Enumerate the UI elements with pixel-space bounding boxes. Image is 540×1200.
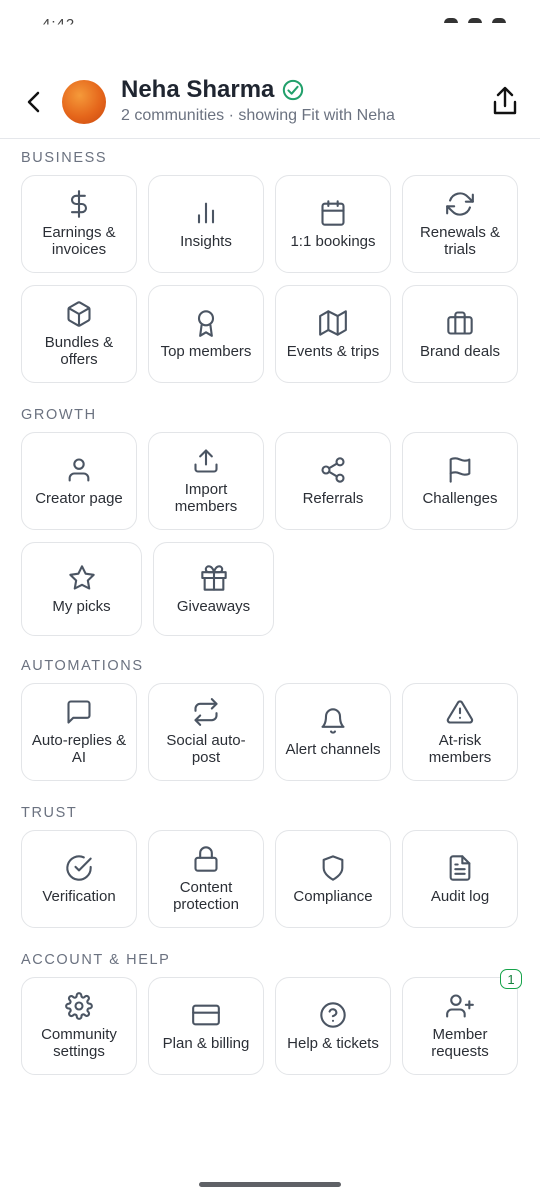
gear-icon bbox=[65, 992, 93, 1020]
chevron-left-icon bbox=[27, 91, 40, 113]
tile-bookings[interactable]: 1:1 bookings bbox=[275, 175, 391, 273]
tile-label: Challenges bbox=[422, 489, 498, 507]
tile-label: Alert channels bbox=[285, 740, 381, 758]
tile-label: Creator page bbox=[35, 489, 123, 507]
tile-community-settings[interactable]: Community settings bbox=[21, 977, 137, 1075]
briefcase-icon bbox=[446, 309, 474, 337]
verified-check-icon bbox=[283, 79, 304, 101]
tile-alert-channels[interactable]: Alert channels bbox=[275, 683, 391, 781]
lock-icon bbox=[192, 845, 220, 873]
credit-card-icon bbox=[192, 1001, 220, 1029]
tile-events-trips[interactable]: Events & trips bbox=[275, 285, 391, 383]
status-time: 4:42 bbox=[42, 16, 76, 33]
tile-compliance[interactable]: Compliance bbox=[275, 830, 391, 928]
tile-label: Earnings & invoices bbox=[42, 224, 116, 258]
tile-label: My picks bbox=[52, 597, 111, 615]
check-circle-icon bbox=[65, 854, 93, 882]
calendar-icon bbox=[319, 199, 347, 227]
name-row: Neha Sharma bbox=[121, 76, 304, 104]
map-icon bbox=[319, 309, 347, 337]
notification-badge: 1 bbox=[500, 969, 522, 989]
section-title-growth: GROWTH bbox=[21, 407, 97, 423]
tile-label: Bundles & offers bbox=[44, 334, 114, 368]
section-title-account-help: ACCOUNT & HELP bbox=[21, 952, 171, 968]
tile-earnings-invoices[interactable]: Earnings & invoices bbox=[21, 175, 137, 273]
tile-label: Referrals bbox=[302, 489, 364, 507]
home-indicator[interactable] bbox=[199, 1182, 341, 1187]
profile-subtitle: 2 communities · showing Fit with Neha bbox=[121, 107, 395, 124]
tile-label: Community settings bbox=[41, 1026, 117, 1060]
tile-label: Top members bbox=[160, 342, 252, 360]
back-button[interactable] bbox=[20, 88, 48, 116]
tile-content-protection[interactable]: Content protection bbox=[148, 830, 264, 928]
share-upload-icon bbox=[493, 86, 517, 115]
tile-import-members[interactable]: Import members bbox=[148, 432, 264, 530]
share-button[interactable] bbox=[490, 84, 520, 118]
avatar[interactable] bbox=[62, 80, 106, 124]
tile-challenges[interactable]: Challenges bbox=[402, 432, 518, 530]
warning-icon bbox=[446, 698, 474, 726]
star-icon bbox=[68, 564, 96, 592]
tile-help-tickets[interactable]: Help & tickets bbox=[275, 977, 391, 1075]
status-bar: 4:42 bbox=[0, 0, 540, 40]
dollar-icon bbox=[65, 190, 93, 218]
upload-icon bbox=[192, 447, 220, 475]
tile-label: Auto-replies & AI bbox=[31, 732, 127, 766]
flag-icon bbox=[446, 456, 474, 484]
tile-label: Brand deals bbox=[419, 342, 501, 360]
tile-label: Giveaways bbox=[176, 597, 251, 615]
tile-at-risk-members[interactable]: At-risk members bbox=[402, 683, 518, 781]
section-title-trust: TRUST bbox=[21, 805, 78, 821]
tile-label: Compliance bbox=[293, 887, 373, 905]
repeat-icon bbox=[192, 698, 220, 726]
section-title-automations: AUTOMATIONS bbox=[21, 658, 144, 674]
message-icon bbox=[65, 698, 93, 726]
award-icon bbox=[192, 309, 220, 337]
tile-auto-replies[interactable]: Auto-replies & AI bbox=[21, 683, 137, 781]
tile-plan-billing[interactable]: Plan & billing bbox=[148, 977, 264, 1075]
user-plus-icon bbox=[446, 992, 474, 1020]
refresh-icon bbox=[446, 190, 474, 218]
tile-label: Help & tickets bbox=[287, 1034, 379, 1052]
tile-label: Plan & billing bbox=[162, 1034, 250, 1052]
tile-referrals[interactable]: Referrals bbox=[275, 432, 391, 530]
tile-label: Renewals & trials bbox=[419, 224, 501, 258]
tile-label: Insights bbox=[180, 232, 232, 250]
tile-label: Events & trips bbox=[286, 342, 380, 360]
tile-label: Audit log bbox=[430, 887, 490, 905]
gift-icon bbox=[200, 564, 228, 592]
tile-bundles-offers[interactable]: Bundles & offers bbox=[21, 285, 137, 383]
tile-brand-deals[interactable]: Brand deals bbox=[402, 285, 518, 383]
status-icons bbox=[444, 18, 506, 28]
tile-insights[interactable]: Insights bbox=[148, 175, 264, 273]
profile-name: Neha Sharma bbox=[121, 76, 275, 103]
bell-icon bbox=[319, 707, 347, 735]
tile-label: Content protection bbox=[173, 879, 239, 913]
tile-audit-log[interactable]: Audit log bbox=[402, 830, 518, 928]
tile-label: Verification bbox=[42, 887, 116, 905]
tile-giveaways[interactable]: Giveaways bbox=[153, 542, 274, 636]
tile-member-requests[interactable]: 1 Member requests bbox=[402, 969, 522, 1075]
tile-label: Import members bbox=[174, 481, 238, 515]
tile-label: Member requests bbox=[431, 1026, 489, 1060]
profile-header: Neha Sharma 2 communities · showing Fit … bbox=[0, 60, 540, 139]
tile-renewals-trials[interactable]: Renewals & trials bbox=[402, 175, 518, 273]
user-icon bbox=[65, 456, 93, 484]
section-title-business: BUSINESS bbox=[21, 150, 108, 166]
shield-icon bbox=[319, 854, 347, 882]
tile-label: Social auto-post bbox=[166, 732, 246, 766]
help-circle-icon bbox=[319, 1001, 347, 1029]
tile-verification[interactable]: Verification bbox=[21, 830, 137, 928]
tile-label: 1:1 bookings bbox=[290, 232, 376, 250]
tile-creator-page[interactable]: Creator page bbox=[21, 432, 137, 530]
document-icon bbox=[446, 854, 474, 882]
share-icon bbox=[319, 456, 347, 484]
bar-chart-icon bbox=[192, 199, 220, 227]
tile-my-picks[interactable]: My picks bbox=[21, 542, 142, 636]
tile-top-members[interactable]: Top members bbox=[148, 285, 264, 383]
box-icon bbox=[65, 300, 93, 328]
tile-social-auto-post[interactable]: Social auto-post bbox=[148, 683, 264, 781]
tile-label: At-risk members bbox=[428, 732, 492, 766]
